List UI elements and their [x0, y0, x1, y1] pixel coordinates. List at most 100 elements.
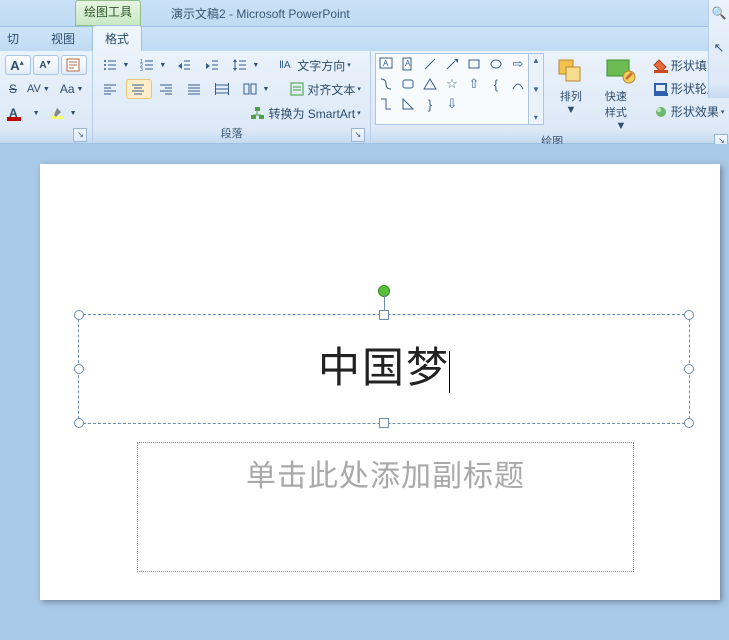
shape-oval-icon[interactable]	[488, 56, 504, 72]
outline-icon	[653, 81, 669, 97]
effects-icon	[653, 104, 669, 120]
align-right-icon	[158, 81, 174, 97]
title-text[interactable]: 中国梦	[79, 315, 689, 423]
shape-arrowr-icon[interactable]: ⇨	[510, 56, 526, 72]
slide-canvas[interactable]: 中国梦 单击此处添加副标题	[40, 164, 720, 600]
font-color-button[interactable]: A▼	[5, 103, 44, 123]
fill-icon	[653, 58, 669, 74]
distributed-icon	[214, 81, 230, 97]
shape-star-icon[interactable]: ☆	[444, 76, 460, 92]
decrease-indent-button[interactable]	[172, 55, 198, 75]
font-launcher[interactable]: ↘	[73, 128, 87, 142]
highlight-button[interactable]: ▼	[46, 103, 81, 123]
shape-roundrect-icon[interactable]	[400, 76, 416, 92]
shape-arrowd-icon[interactable]: ⇩	[444, 96, 460, 112]
align-left-icon	[102, 81, 118, 97]
align-justify-icon	[186, 81, 202, 97]
resize-handle[interactable]	[684, 364, 694, 374]
numbering-button[interactable]: 123▼	[135, 55, 170, 75]
distributed-button[interactable]	[210, 79, 236, 99]
svg-text:A: A	[383, 59, 389, 68]
clear-format-button[interactable]	[61, 55, 87, 75]
align-left-button[interactable]	[98, 79, 124, 99]
resize-handle[interactable]	[74, 364, 84, 374]
svg-text:3: 3	[140, 67, 143, 72]
select-pointer-icon[interactable]: ↖	[714, 40, 725, 56]
smartart-icon	[250, 105, 266, 121]
resize-handle[interactable]	[74, 310, 84, 320]
align-center-button[interactable]	[126, 79, 152, 99]
group-font-partial: A▴ A▾ S AV▼ Aa▼ A▼ ▼ ↘	[0, 51, 93, 143]
shape-curve-icon[interactable]	[510, 76, 526, 92]
columns-button[interactable]: ▼	[238, 79, 273, 99]
resize-handle[interactable]	[74, 418, 84, 428]
line-spacing-button[interactable]: ▼	[228, 55, 263, 75]
shape-connector-icon[interactable]	[378, 76, 394, 92]
shape-line-icon[interactable]	[422, 56, 438, 72]
ribbon-overflow-strip: 🔍 ↖	[708, 0, 729, 98]
align-text-icon	[289, 81, 305, 97]
paragraph-launcher[interactable]: ↘	[351, 128, 365, 142]
shape-textbox-icon[interactable]: A	[378, 56, 394, 72]
subtitle-placeholder-text: 单击此处添加副标题	[246, 451, 525, 495]
arrange-icon	[555, 56, 587, 88]
tab-cut[interactable]: 切	[4, 25, 22, 51]
svg-text:ⅡA: ⅡA	[279, 60, 291, 71]
shape-elbow-icon[interactable]	[378, 96, 394, 112]
shape-textbox-v-icon[interactable]: A	[400, 56, 416, 72]
shapes-gallery[interactable]: A A ⇨ ☆ ⇧ { } ⇩	[375, 53, 529, 125]
group-paragraph: ▼ 123▼ ▼ ⅡA文字方向▾ ▼ 对齐文本▾ 转换为 Smart	[93, 51, 370, 143]
find-icon[interactable]: 🔍	[712, 6, 727, 20]
change-case-button[interactable]: Aa▼	[56, 80, 88, 98]
grow-font-button[interactable]: A▴	[5, 55, 31, 75]
shape-rbrace-icon[interactable]: }	[422, 96, 438, 112]
increase-indent-icon	[204, 57, 220, 73]
text-direction-icon: ⅡA	[279, 57, 295, 73]
title-bar: 绘图工具 演示文稿2 - Microsoft PowerPoint	[0, 0, 729, 27]
line-spacing-icon	[232, 57, 248, 73]
align-text-button[interactable]: 对齐文本▾	[285, 79, 365, 100]
quick-styles-icon	[605, 56, 637, 88]
highlight-icon	[50, 105, 66, 121]
resize-handle[interactable]	[379, 418, 389, 428]
strikethrough-button[interactable]: S	[5, 80, 21, 98]
align-right-button[interactable]	[154, 79, 180, 99]
decrease-indent-icon	[176, 57, 192, 73]
align-justify-button[interactable]	[182, 79, 208, 99]
shapes-expand[interactable]: ▲▼▾	[529, 53, 544, 125]
resize-handle[interactable]	[684, 310, 694, 320]
text-direction-button[interactable]: ⅡA文字方向▾	[275, 55, 355, 76]
convert-smartart-button[interactable]: 转换为 SmartArt▾	[246, 103, 364, 124]
resize-handle[interactable]	[379, 310, 389, 320]
shape-effects-button[interactable]: 形状效果▾	[649, 101, 729, 122]
shape-rect-icon[interactable]	[466, 56, 482, 72]
ribbon: A▴ A▾ S AV▼ Aa▼ A▼ ▼ ↘ ▼ 123▼	[0, 51, 729, 144]
clear-format-icon	[65, 57, 81, 73]
shape-arrowu-icon[interactable]: ⇧	[466, 76, 482, 92]
shape-triangle-icon[interactable]	[422, 76, 438, 92]
shape-rtriangle-icon[interactable]	[400, 96, 416, 112]
contextual-tab-drawing-tools[interactable]: 绘图工具	[75, 0, 141, 26]
ribbon-tab-strip: 切 视图 格式	[0, 27, 729, 51]
svg-text:A: A	[405, 59, 411, 68]
shape-arrow-icon[interactable]	[444, 56, 460, 72]
title-placeholder[interactable]: 中国梦	[78, 314, 690, 424]
shrink-font-button[interactable]: A▾	[33, 55, 59, 75]
bullets-button[interactable]: ▼	[98, 55, 133, 75]
columns-icon	[242, 81, 258, 97]
tab-format[interactable]: 格式	[92, 25, 142, 51]
quick-styles-button[interactable]: 快速样式▼	[598, 53, 644, 135]
tab-view[interactable]: 视图	[38, 25, 88, 51]
increase-indent-button[interactable]	[200, 55, 226, 75]
slide-area: 中国梦 单击此处添加副标题	[0, 144, 729, 640]
bullets-icon	[102, 57, 118, 73]
numbering-icon: 123	[139, 57, 155, 73]
window-title: 演示文稿2 - Microsoft PowerPoint	[171, 5, 350, 22]
resize-handle[interactable]	[684, 418, 694, 428]
arrange-button[interactable]: 排列▼	[548, 53, 594, 119]
group-drawing: A A ⇨ ☆ ⇧ { } ⇩	[371, 51, 729, 143]
shape-lbrace-icon[interactable]: {	[488, 76, 504, 92]
align-center-icon	[130, 81, 146, 97]
char-spacing-button[interactable]: AV▼	[23, 81, 54, 97]
subtitle-placeholder[interactable]: 单击此处添加副标题	[137, 442, 634, 572]
